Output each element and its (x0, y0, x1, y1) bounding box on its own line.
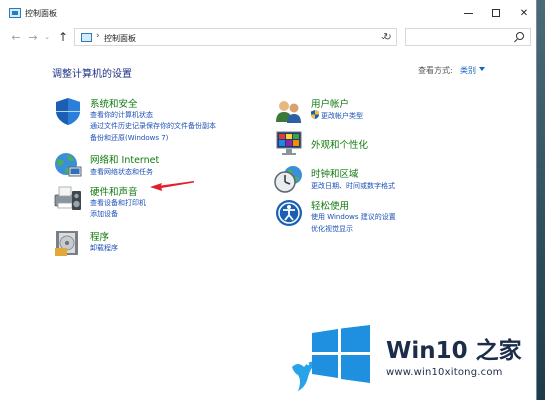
back-button[interactable]: ← (9, 30, 23, 44)
category-appearance-personalization[interactable]: 外观和个性化 (311, 137, 368, 151)
maximize-icon (492, 9, 500, 17)
link-change-date-time-format[interactable]: 更改日期、时间或数字格式 (311, 181, 395, 191)
window-title: 控制面板 (25, 9, 57, 18)
category-network-internet[interactable]: 网络和 Internet (90, 152, 159, 166)
control-panel-window: 控制面板 ✕ ← → ⌄ ↑ › 控制面板 ⌄ ↻ 调整计算机的设置 查看方式:… (0, 0, 537, 400)
network-globe-icon[interactable] (53, 150, 83, 180)
users-icon[interactable] (274, 96, 304, 126)
search-icon[interactable] (516, 32, 524, 40)
breadcrumb-separator[interactable]: › (96, 31, 100, 41)
ease-of-access-icon[interactable] (274, 198, 304, 228)
control-panel-icon (9, 8, 21, 18)
printer-speaker-icon[interactable] (53, 183, 83, 213)
link-file-history-backup[interactable]: 通过文件历史记录保存你的文件备份副本 (90, 121, 216, 131)
breadcrumb-control-panel[interactable]: 控制面板 (104, 33, 136, 44)
clock-globe-icon[interactable] (274, 164, 304, 194)
appearance-icon[interactable] (274, 128, 304, 158)
refresh-icon: ↻ (383, 31, 392, 43)
desktop-background (537, 0, 545, 400)
address-bar[interactable]: › 控制面板 ⌄ (74, 28, 397, 46)
view-by-dropdown[interactable]: 类别 (460, 65, 476, 76)
forward-button[interactable]: → (26, 30, 40, 44)
link-uninstall-program[interactable]: 卸载程序 (90, 243, 118, 253)
chevron-down-icon[interactable] (479, 67, 485, 71)
category-user-accounts[interactable]: 用户帐户 (311, 96, 349, 110)
watermark: Win10 之家 www.win10xitong.com (292, 325, 536, 400)
link-add-device[interactable]: 添加设备 (90, 209, 118, 219)
programs-icon[interactable] (53, 228, 83, 258)
category-hardware-sound[interactable]: 硬件和声音 (90, 184, 138, 198)
view-by-label: 查看方式: (418, 66, 453, 75)
page-title: 调整计算机的设置 (52, 69, 132, 80)
link-view-computer-status[interactable]: 查看你的计算机状态 (90, 110, 153, 120)
windows-logo-icon (312, 325, 370, 383)
title-bar: 控制面板 ✕ (0, 0, 536, 26)
uac-shield-icon (311, 110, 319, 119)
shield-icon[interactable] (53, 96, 83, 126)
annotation-arrow-icon (150, 181, 194, 191)
close-icon: ✕ (519, 7, 529, 19)
watermark-url: www.win10xitong.com (386, 367, 503, 378)
link-devices-printers[interactable]: 查看设备和打印机 (90, 198, 146, 208)
close-button[interactable]: ✕ (508, 0, 536, 26)
link-optimize-visual-display[interactable]: 优化视觉显示 (311, 224, 353, 234)
link-backup-restore[interactable]: 备份和还原(Windows 7) (90, 133, 168, 143)
control-panel-icon (81, 33, 92, 42)
category-ease-of-access[interactable]: 轻松使用 (311, 198, 349, 212)
link-windows-suggested-settings[interactable]: 使用 Windows 建议的设置 (311, 212, 396, 222)
link-change-account-type[interactable]: 更改帐户类型 (321, 111, 363, 121)
up-button[interactable]: ↑ (56, 30, 70, 44)
category-system-security[interactable]: 系统和安全 (90, 96, 138, 110)
category-clock-region[interactable]: 时钟和区域 (311, 166, 359, 180)
search-input[interactable] (405, 28, 531, 46)
link-network-status[interactable]: 查看网络状态和任务 (90, 167, 153, 177)
watermark-brand: Win10 之家 (386, 338, 522, 364)
navigation-bar: ← → ⌄ ↑ › 控制面板 ⌄ ↻ (0, 26, 536, 48)
category-programs[interactable]: 程序 (90, 229, 109, 243)
minimize-icon (463, 12, 473, 14)
recent-locations-button[interactable]: ⌄ (40, 30, 54, 44)
refresh-button[interactable]: ↻ (379, 28, 397, 46)
